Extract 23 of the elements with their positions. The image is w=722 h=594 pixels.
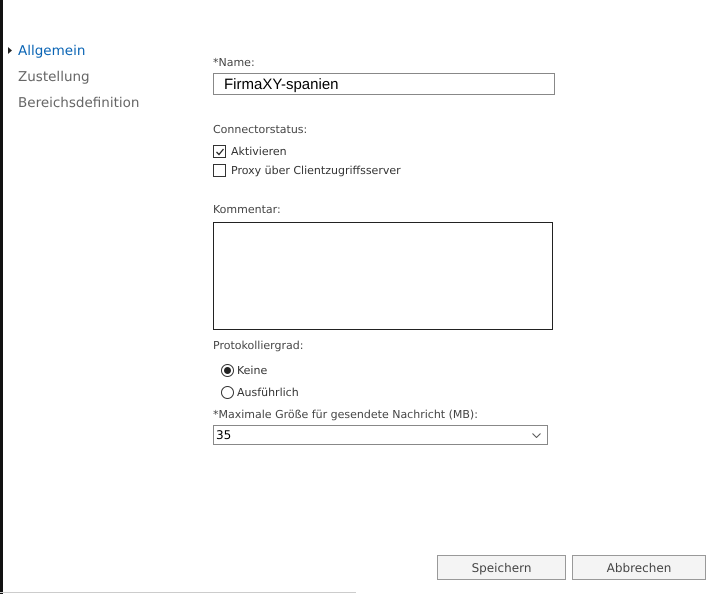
radio-button[interactable] — [221, 386, 234, 398]
cancel-button[interactable]: Abbrechen — [572, 555, 706, 580]
field-label: Connectorstatus: — [213, 123, 308, 136]
field-label: *Maximale Größe für gesendete Nachricht (MB): — [213, 408, 479, 421]
checkbox[interactable] — [213, 145, 226, 158]
comment-field[interactable] — [213, 222, 553, 330]
caret-icon — [8, 47, 12, 54]
radio-button[interactable] — [221, 364, 234, 376]
checkbox-label: Aktivieren — [231, 145, 287, 158]
radio-label: Keine — [237, 364, 268, 376]
checkbox-label: Proxy über Clientzugriffsserver — [231, 164, 401, 177]
sidebar-item[interactable]: Bereichsdefinition — [8, 92, 193, 113]
field-label: *Name: — [213, 56, 256, 69]
sidebar-item[interactable]: Zustellung — [8, 66, 193, 87]
field-label: Protokolliergrad: — [213, 339, 304, 352]
checkbox[interactable] — [213, 164, 226, 177]
sidebar-item[interactable]: Allgemein — [8, 40, 193, 61]
name-field[interactable]: FirmaXY-spanien — [213, 73, 555, 95]
save-button[interactable]: Speichern — [437, 555, 566, 580]
field-label: Kommentar: — [213, 203, 282, 216]
radio-label: Ausführlich — [237, 386, 299, 398]
chevron-icon — [532, 432, 541, 438]
size-dropdown[interactable]: 35 — [213, 425, 548, 445]
